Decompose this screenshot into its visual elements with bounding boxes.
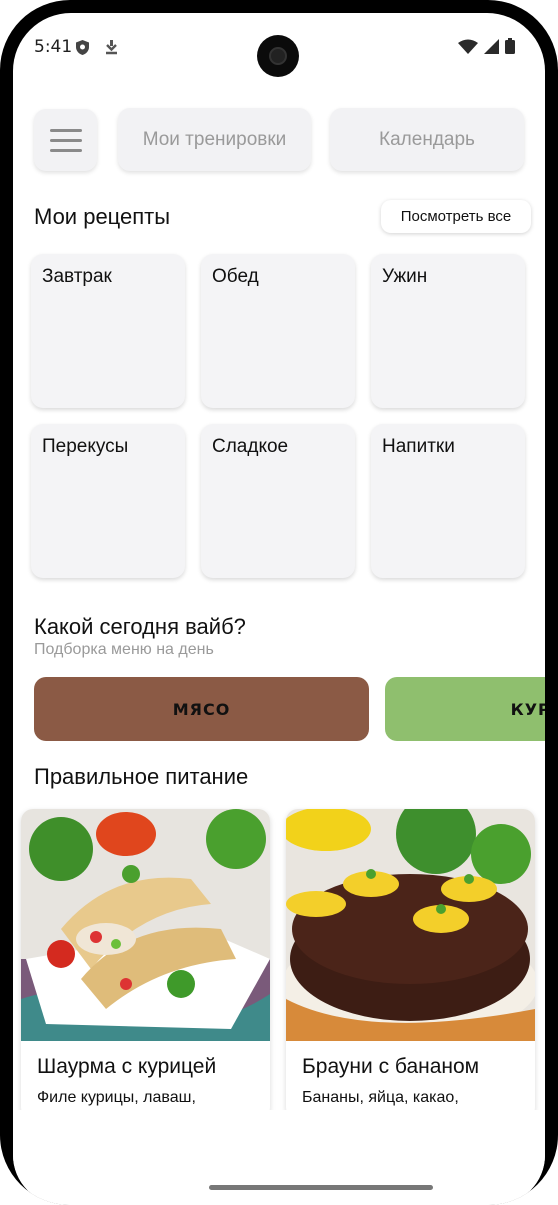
vibe-chicken-button[interactable]: КУРИЦА: [385, 677, 545, 741]
recipe-name: Шаурма с курицей: [37, 1055, 217, 1078]
category-label: Завтрак: [42, 266, 112, 287]
recipe-ingredients: Бананы, яйца, какао,: [302, 1089, 459, 1106]
category-label: Перекусы: [42, 436, 129, 457]
vibe-subtitle: Подборка меню на день: [34, 641, 214, 658]
recipe-card-shawarma[interactable]: Шаурма с курицей Филе курицы, лаваш,: [21, 809, 270, 1119]
category-breakfast[interactable]: Завтрак: [31, 254, 185, 408]
recipe-ingredients: Филе курицы, лаваш,: [37, 1089, 196, 1106]
category-label: Ужин: [382, 266, 428, 287]
menu-button[interactable]: [34, 109, 97, 171]
front-camera: [257, 35, 299, 77]
app-screen: 5:41 Мои тренировки Календарь Мои рецепт…: [13, 13, 545, 1205]
category-snacks[interactable]: Перекусы: [31, 424, 185, 578]
recipe-card-brownie[interactable]: Брауни с бананом Бананы, яйца, какао,: [286, 809, 535, 1119]
battery-icon: [505, 38, 515, 54]
menu-icon: [50, 129, 82, 132]
bottom-area: [13, 1110, 545, 1205]
category-lunch[interactable]: Обед: [201, 254, 355, 408]
wifi-icon: [458, 39, 478, 54]
calendar-button[interactable]: Календарь: [330, 108, 524, 171]
status-time: 5:41: [34, 37, 73, 57]
brownie-image: [286, 809, 535, 1041]
vibe-title: Какой сегодня вайб?: [34, 614, 246, 639]
category-dinner[interactable]: Ужин: [371, 254, 525, 408]
category-label: Сладкое: [212, 436, 289, 457]
status-bar: 5:41: [13, 13, 545, 77]
top-navigation: Мои тренировки Календарь: [33, 108, 545, 172]
category-sweets[interactable]: Сладкое: [201, 424, 355, 578]
shield-icon: [76, 40, 89, 55]
category-label: Напитки: [382, 436, 455, 457]
healthy-title: Правильное питание: [34, 764, 249, 789]
home-indicator[interactable]: [209, 1185, 433, 1190]
system-icons: [458, 38, 515, 54]
recipe-name: Брауни с бананом: [302, 1055, 480, 1078]
see-all-button[interactable]: Посмотреть все: [381, 200, 531, 233]
my-workouts-button[interactable]: Мои тренировки: [118, 108, 311, 171]
shawarma-image: [21, 809, 270, 1041]
vibe-meat-button[interactable]: МЯСО: [34, 677, 369, 741]
download-icon: [106, 40, 117, 55]
signal-icon: [484, 38, 499, 54]
category-label: Обед: [212, 266, 259, 287]
recipes-title: Мои рецепты: [34, 204, 171, 229]
phone-frame: 5:41 Мои тренировки Календарь Мои рецепт…: [0, 0, 558, 1205]
category-drinks[interactable]: Напитки: [371, 424, 525, 578]
